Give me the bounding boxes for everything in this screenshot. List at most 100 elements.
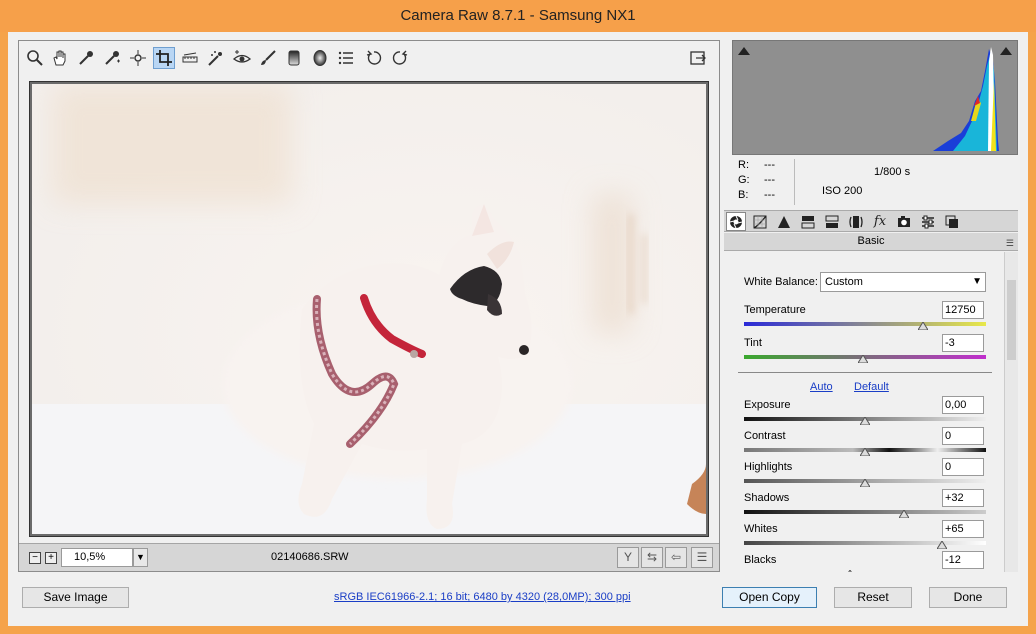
whites-slider-thumb[interactable] (937, 541, 948, 549)
exposure-field[interactable]: 0,00 (942, 396, 984, 414)
image-preview-frame (29, 81, 709, 537)
zoom-dropdown-arrow[interactable]: ▼ (133, 548, 148, 567)
highlight-clipping-warning-icon[interactable] (999, 45, 1013, 55)
rotate-ccw-icon[interactable] (363, 47, 385, 69)
tab-hsl-icon[interactable] (798, 212, 818, 231)
tab-tone-curve-icon[interactable] (750, 212, 770, 231)
whites-field[interactable]: +65 (942, 520, 984, 538)
tab-camera-calibration-icon[interactable] (894, 212, 914, 231)
contrast-slider-thumb[interactable] (860, 448, 870, 456)
auto-link[interactable]: Auto (810, 381, 833, 393)
tab-presets-icon[interactable] (918, 212, 938, 231)
adjustment-brush-icon[interactable] (257, 47, 279, 69)
panel-scrollbar-thumb[interactable] (1007, 280, 1016, 360)
white-balance-value: Custom (825, 276, 863, 288)
preferences-list-icon[interactable] (335, 47, 357, 69)
tab-split-toning-icon[interactable] (822, 212, 842, 231)
white-balance-label: White Balance: (744, 276, 818, 288)
contrast-label: Contrast (744, 430, 786, 442)
blacks-slider-thumb[interactable] (845, 570, 855, 572)
panel-title: Basic (857, 235, 885, 247)
save-image-button[interactable]: Save Image (22, 587, 129, 608)
whites-label: Whites (744, 523, 778, 535)
preview-pane: − + 10,5% ▼ 02140686.SRW Y ⇆ ⇦ ☰ (18, 40, 720, 572)
section-divider (738, 372, 992, 373)
tab-detail-icon[interactable] (774, 212, 794, 231)
panel-header: Basic ☰ (724, 233, 1018, 251)
contrast-field[interactable]: 0 (942, 427, 984, 445)
fullscreen-toggle-icon[interactable] (687, 47, 709, 69)
file-name: 02140686.SRW (271, 551, 349, 563)
tab-effects-fx-icon[interactable]: fx (870, 212, 890, 231)
reset-button[interactable]: Reset (834, 587, 912, 608)
red-eye-icon[interactable] (231, 47, 253, 69)
crop-tool-icon[interactable] (153, 47, 175, 69)
histogram-graph (733, 41, 1017, 154)
straighten-tool-icon[interactable] (179, 47, 201, 69)
copy-settings-icon[interactable]: ⇦ (665, 547, 687, 568)
toggle-settings-icon[interactable]: ☰ (691, 547, 713, 568)
whites-slider-track[interactable] (744, 541, 986, 545)
shadows-slider-thumb[interactable] (898, 510, 909, 518)
swap-before-after-icon[interactable]: ⇆ (641, 547, 663, 568)
r-value: --- (764, 159, 775, 171)
zoom-in-button[interactable]: + (45, 552, 57, 564)
default-link[interactable]: Default (854, 381, 889, 393)
temperature-slider-track[interactable] (744, 322, 986, 326)
filter-view-icon[interactable]: Y (617, 547, 639, 568)
targeted-adjustment-icon[interactable] (127, 47, 149, 69)
dog-in-snow-photo (32, 84, 706, 534)
zoom-tool-icon[interactable] (24, 47, 46, 69)
blacks-field[interactable]: -12 (942, 551, 984, 569)
preview-image[interactable] (32, 84, 706, 534)
tab-snapshots-icon[interactable] (942, 212, 962, 231)
temperature-field[interactable]: 12750 (942, 301, 984, 319)
tint-label: Tint (744, 337, 762, 349)
done-button[interactable]: Done (929, 587, 1007, 608)
spot-removal-icon[interactable] (205, 47, 227, 69)
workflow-options-link[interactable]: sRGB IEC61966-2.1; 16 bit; 6480 by 4320 … (334, 591, 631, 603)
highlights-field[interactable]: 0 (942, 458, 984, 476)
histogram (732, 40, 1018, 155)
tab-basic-aperture-icon[interactable] (726, 212, 746, 231)
panel-tabs: fx (724, 210, 1018, 232)
exposure-label: Exposure (744, 399, 791, 411)
window-title: Camera Raw 8.7.1 - Samsung NX1 (400, 7, 636, 24)
shadows-field[interactable]: +32 (942, 489, 984, 507)
panel-menu-icon[interactable]: ☰ (1006, 235, 1014, 252)
readout-separator (794, 159, 795, 205)
shadows-label: Shadows (744, 492, 790, 504)
blacks-label: Blacks (744, 554, 777, 566)
temperature-slider-thumb[interactable] (918, 322, 929, 330)
hand-tool-icon[interactable] (49, 47, 71, 69)
shadow-clipping-warning-icon[interactable] (737, 45, 751, 55)
shutter-speed: 1/800 s (874, 166, 911, 178)
shadows-slider-track[interactable] (744, 510, 986, 514)
highlights-slider-thumb[interactable] (860, 479, 870, 487)
tint-field[interactable]: -3 (942, 334, 984, 352)
radial-filter-icon[interactable] (309, 47, 331, 69)
adjustments-pane: R: --- G: --- B: --- 1/800 s ISO 200 fx … (724, 40, 1018, 572)
iso-value: ISO 200 (822, 185, 863, 197)
exposure-slider-thumb[interactable] (860, 417, 870, 425)
basic-controls: White Balance: Custom ▼ Temperature 1275… (724, 252, 1004, 572)
g-value: --- (764, 174, 775, 186)
white-balance-tool-icon[interactable] (75, 47, 97, 69)
g-label: G: (738, 174, 750, 186)
zoom-level-field[interactable]: 10,5% (61, 548, 133, 567)
white-balance-select[interactable]: Custom ▼ (820, 272, 986, 292)
open-copy-button[interactable]: Open Copy (722, 587, 817, 608)
highlights-label: Highlights (744, 461, 793, 473)
rotate-cw-icon[interactable] (389, 47, 411, 69)
preview-status-bar: − + 10,5% ▼ 02140686.SRW Y ⇆ ⇦ ☰ (19, 543, 719, 571)
tab-lens-corrections-icon[interactable] (846, 212, 866, 231)
zoom-out-button[interactable]: − (29, 552, 41, 564)
tool-bar (19, 41, 719, 77)
panel-scrollbar[interactable] (1004, 252, 1018, 572)
color-sampler-tool-icon[interactable] (101, 47, 123, 69)
temperature-label: Temperature (744, 304, 806, 316)
title-bar: Camera Raw 8.7.1 - Samsung NX1 (0, 0, 1036, 32)
graduated-filter-icon[interactable] (283, 47, 305, 69)
tint-slider-thumb[interactable] (857, 355, 868, 363)
r-label: R: (738, 159, 749, 171)
